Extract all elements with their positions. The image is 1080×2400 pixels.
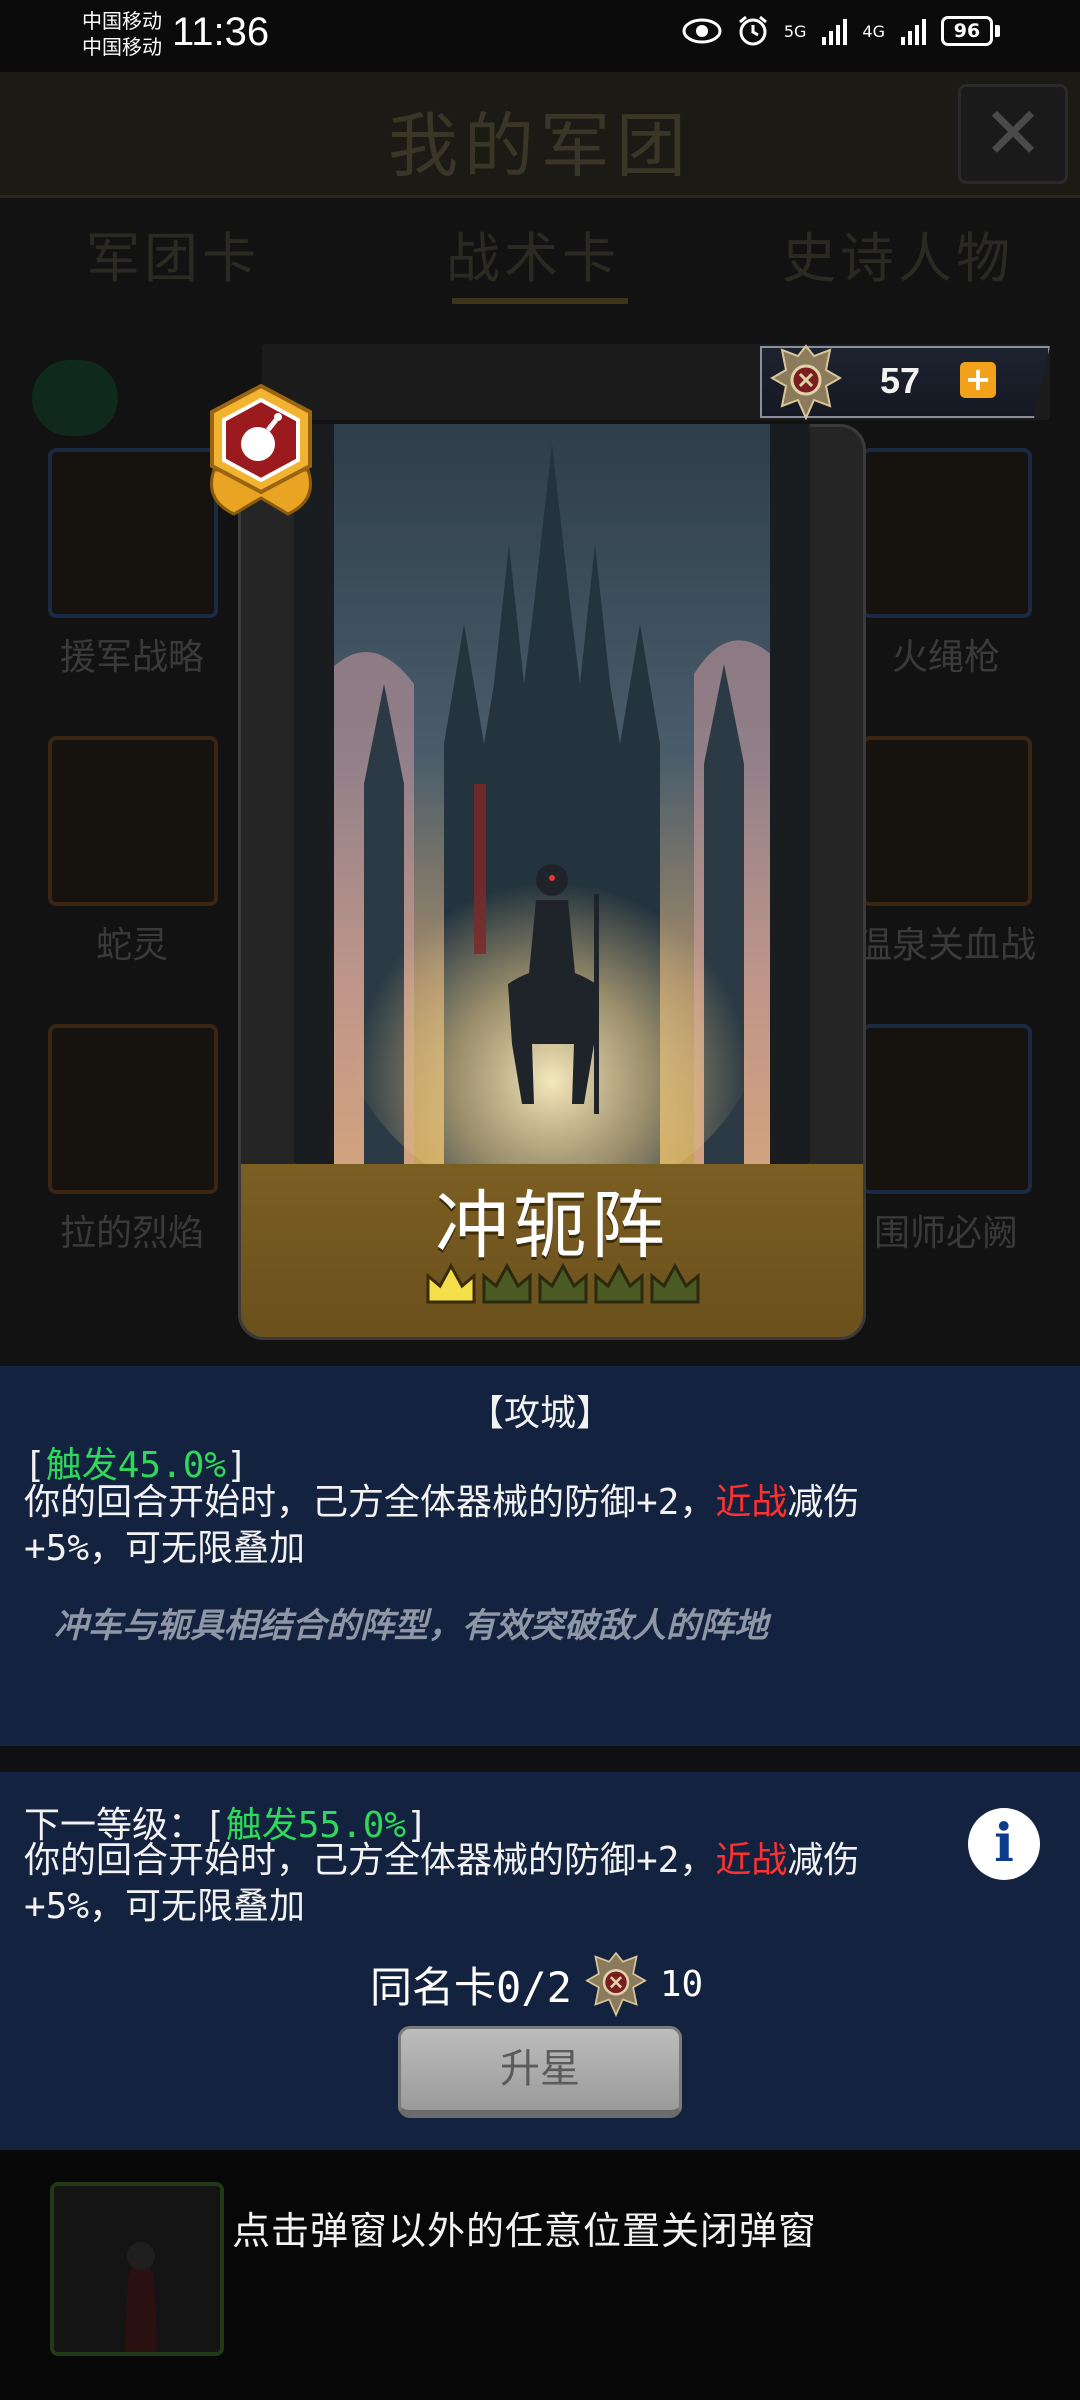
carrier-info: 中国移动 中国移动 <box>82 8 162 60</box>
next-level-effect: 你的回合开始时，己方全体器械的防御+2，近战减伤 +5%，可无限叠加 <box>24 1838 1034 1930</box>
upgrade-star-button[interactable]: 升星 <box>398 2026 682 2118</box>
background-card-label: 拉的烈焰 <box>59 1213 204 1254</box>
background-card-label: 火绳枪 <box>891 637 1000 678</box>
background-card[interactable] <box>48 736 218 906</box>
tab-tactic-cards[interactable]: 战术卡 <box>446 214 620 293</box>
tab-underline <box>452 298 628 304</box>
battery-indicator: 96 <box>941 16 993 46</box>
background-card[interactable] <box>862 1024 1032 1194</box>
background-card[interactable] <box>862 448 1032 618</box>
background-title: 我的军团 <box>388 105 692 187</box>
eagle-emblem-icon <box>584 1951 647 2017</box>
duplicate-card-row: 同名卡0/2 10 <box>370 1948 703 2020</box>
effect-text-tail: 减伤 <box>787 1482 860 1523</box>
upgrade-cost: 10 <box>659 1963 704 2005</box>
eagle-emblem-icon <box>770 344 842 421</box>
tab-legion-cards[interactable]: 军团卡 <box>86 214 260 293</box>
background-tabs: 军团卡 战术卡 史诗人物 <box>0 214 1080 294</box>
list-menu-icon[interactable] <box>32 360 118 436</box>
effect-melee-keyword: 近战 <box>715 1482 788 1523</box>
crown-star-empty-icon <box>482 1262 532 1304</box>
crown-star-empty-icon <box>538 1262 588 1304</box>
background-header: 我的军团 ✕ <box>0 72 1080 198</box>
background-card-label: 蛇灵 <box>95 925 168 966</box>
effect-melee-keyword: 近战 <box>715 1840 788 1881</box>
effect-text: 你的回合开始时，己方全体器械的防御+2， <box>24 1482 716 1523</box>
siege-bomb-badge-icon <box>210 383 312 516</box>
card-name: 冲轭阵 <box>435 1183 669 1269</box>
background-card[interactable] <box>48 1024 218 1194</box>
eye-icon <box>682 18 722 44</box>
signal-icon-2 <box>901 19 926 45</box>
panel-divider <box>0 1746 1080 1772</box>
status-bar: 中国移动 中国移动 11:36 5G 4G 96 <box>0 0 1080 72</box>
close-hint: 点击弹窗以外的任意位置关闭弹窗 <box>232 2209 818 2253</box>
carrier-1: 中国移动 <box>82 9 162 33</box>
card-artwork <box>294 424 810 1164</box>
alarm-icon <box>738 15 767 46</box>
tab-epic-heroes[interactable]: 史诗人物 <box>782 214 1014 293</box>
effect-text: 你的回合开始时，己方全体器械的防御+2， <box>24 1840 716 1881</box>
background-card[interactable] <box>862 736 1032 906</box>
effect-description: 你的回合开始时，己方全体器械的防御+2，近战减伤 +5%，可无限叠加 <box>24 1480 1034 1572</box>
flavor-text: 冲车与轭具相结合的阵型，有效突破敌人的阵地 <box>54 1606 768 1646</box>
info-button[interactable]: i <box>968 1808 1040 1880</box>
card-category: 【攻城】 <box>467 1393 612 1434</box>
carrier-2: 中国移动 <box>82 35 162 59</box>
crown-star-filled-icon <box>426 1262 476 1304</box>
star-rating <box>424 1262 702 1306</box>
status-icons: 5G 4G 96 <box>682 14 1000 48</box>
effect-text-line2: +5%，可无限叠加 <box>24 1528 306 1569</box>
battery-tip <box>995 25 1000 37</box>
background-card-label: 温泉关血战 <box>855 925 1036 966</box>
background-card[interactable] <box>50 2182 224 2356</box>
signal-icon-1 <box>822 19 848 45</box>
resource-count: 57 <box>880 360 921 401</box>
crown-star-empty-icon <box>650 1262 700 1304</box>
effect-text-tail: 减伤 <box>787 1840 860 1881</box>
crown-star-empty-icon <box>594 1262 644 1304</box>
duplicate-card-count: 同名卡0/2 <box>370 1962 572 2012</box>
background-card-label: 援军战略 <box>59 637 204 678</box>
background-card-label: 围师必阙 <box>873 1213 1018 1254</box>
network-type-2: 4G <box>862 21 885 41</box>
network-type-1: 5G <box>783 21 807 41</box>
effect-text-line2: +5%，可无限叠加 <box>24 1886 306 1927</box>
background-close-icon[interactable]: ✕ <box>958 84 1068 184</box>
add-resource-button[interactable]: + <box>960 362 996 398</box>
clock: 11:36 <box>172 10 270 54</box>
